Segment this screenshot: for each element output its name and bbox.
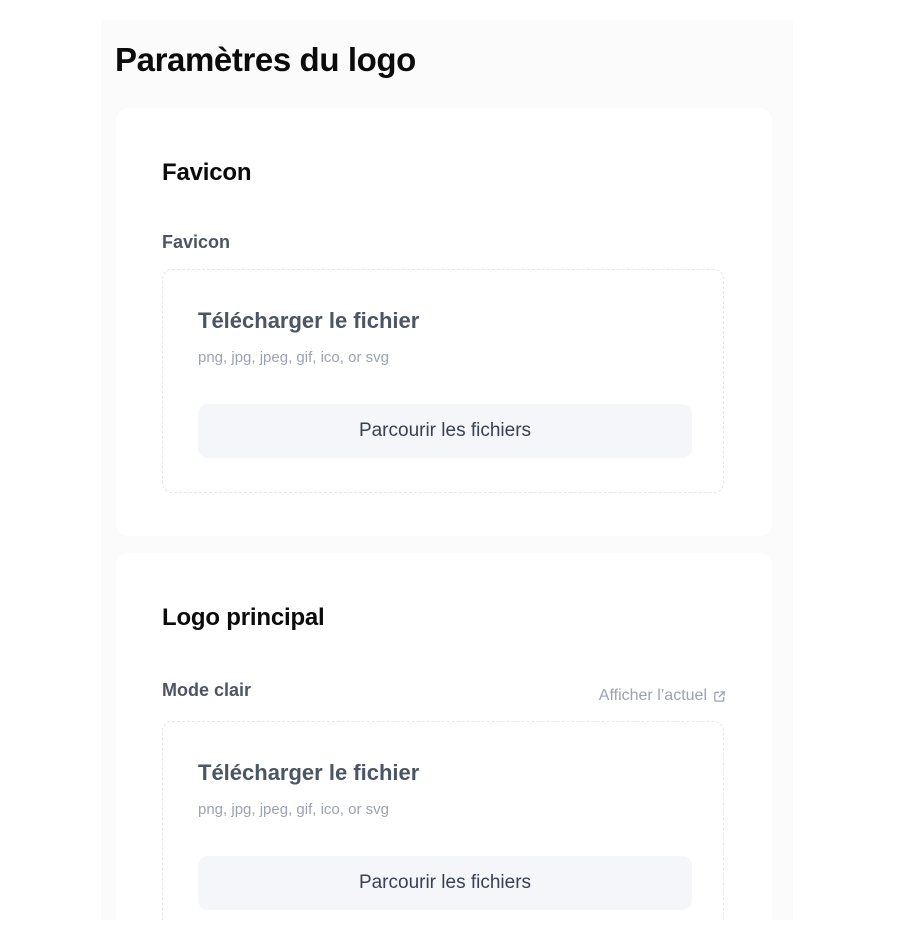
favicon-upload-title: Télécharger le fichier (198, 308, 420, 333)
light-mode-browse-button[interactable]: Parcourir les fichiers (198, 856, 692, 910)
view-current-label: Afficher l’actuel (598, 687, 707, 704)
main-logo-section-title: Logo principal (162, 604, 325, 631)
light-mode-field-label: Mode clair (162, 680, 252, 700)
favicon-dropzone[interactable]: Télécharger le fichier png, jpg, jpeg, g… (162, 269, 724, 493)
light-mode-upload-hint: png, jpg, jpeg, gif, ico, or svg (198, 801, 389, 818)
main-logo-card: Logo principal Mode clair Afficher l’act… (116, 553, 772, 920)
light-mode-dropzone[interactable]: Télécharger le fichier png, jpg, jpeg, g… (162, 721, 724, 920)
favicon-upload-hint: png, jpg, jpeg, gif, ico, or svg (198, 349, 389, 366)
favicon-browse-button[interactable]: Parcourir les fichiers (198, 404, 692, 458)
external-link-icon (714, 690, 725, 702)
favicon-field-label: Favicon (162, 232, 231, 252)
light-mode-upload-title: Télécharger le fichier (198, 760, 420, 785)
favicon-card: Favicon Favicon Télécharger le fichier p… (116, 108, 772, 536)
page-title: Paramètres du logo (115, 41, 416, 78)
favicon-section-title: Favicon (162, 159, 252, 186)
view-current-link[interactable]: Afficher l’actuel (599, 686, 726, 706)
